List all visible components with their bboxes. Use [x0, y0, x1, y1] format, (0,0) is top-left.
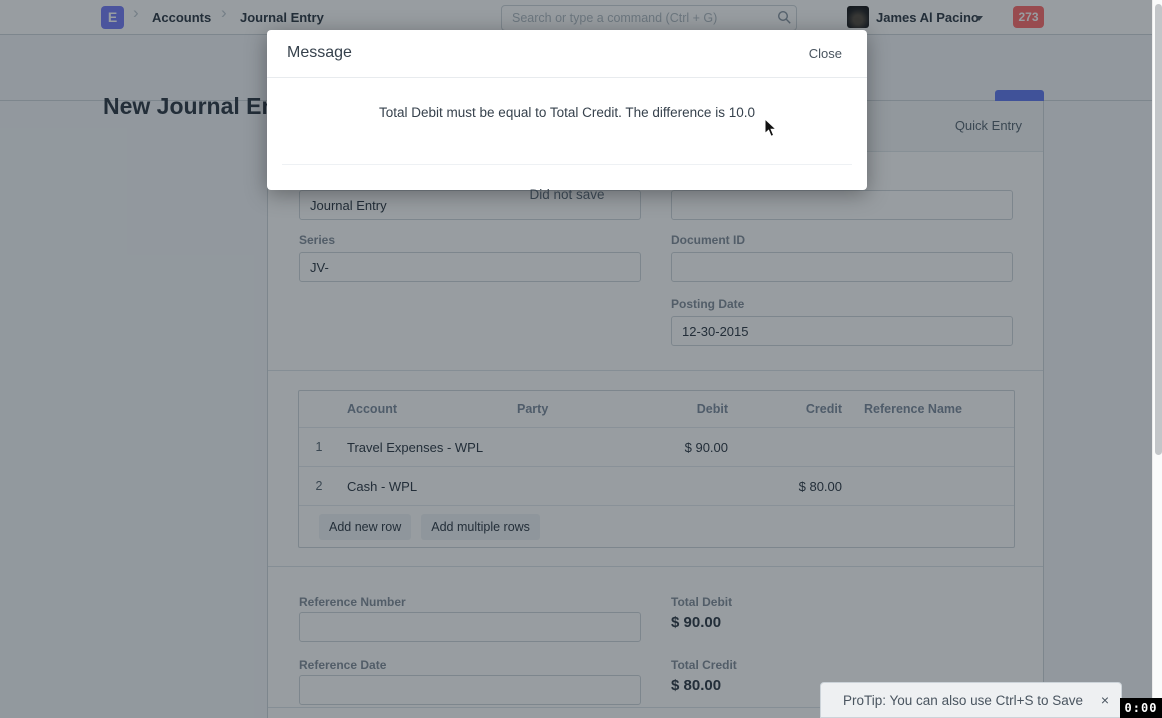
scrollbar-thumb[interactable] [1155, 4, 1162, 455]
modal-close-button[interactable]: Close [809, 46, 842, 61]
protip-text: ProTip: You can also use Ctrl+S to Save [843, 693, 1083, 708]
protip-toast: ProTip: You can also use Ctrl+S to Save … [820, 682, 1122, 718]
modal-header: Message Close [267, 30, 867, 78]
app-window: E › Accounts › Journal Entry James Al Pa… [0, 0, 1162, 718]
scrollbar-track [1152, 0, 1162, 718]
modal-footer-text: Did not save [267, 187, 867, 202]
close-icon[interactable]: × [1101, 692, 1109, 708]
modal-message: Total Debit must be equal to Total Credi… [267, 105, 867, 120]
modal-divider [282, 164, 852, 165]
recording-timer: 0:00 [1120, 698, 1162, 718]
message-modal: Message Close Total Debit must be equal … [267, 30, 867, 190]
modal-title: Message [287, 44, 352, 62]
